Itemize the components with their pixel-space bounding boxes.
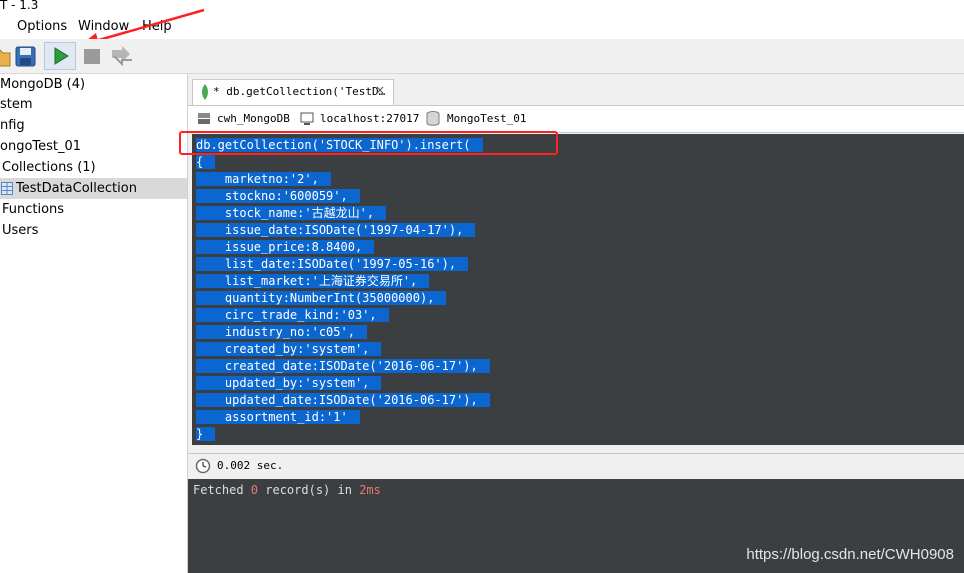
tree-item-collections[interactable]: Collections (1) — [2, 157, 96, 178]
run-button[interactable] — [44, 42, 76, 70]
watermark: https://blog.csdn.net/CWH0908 — [746, 546, 954, 563]
tree-item-server[interactable]: MongoDB (4) — [0, 74, 85, 95]
result-message: Fetched 0 record(s) in 2ms — [193, 483, 381, 497]
status-bar: 0.002 sec. — [188, 453, 964, 479]
code-line-14: created_date:ISODate('2016-06-17'), — [196, 358, 490, 375]
tree-item-functions[interactable]: Functions — [2, 199, 64, 220]
code-line-13: created_by:'system', — [196, 341, 382, 358]
database-icon — [426, 111, 440, 126]
code-line-6: issue_date:ISODate('1997-04-17'), — [196, 222, 476, 239]
tree-item-system[interactable]: stem — [0, 94, 33, 115]
tab-query[interactable]: * db.getCollection('TestD… × — [192, 79, 394, 105]
connection-database: MongoTest_01 — [447, 112, 527, 125]
connection-user: cwh_MongoDB — [217, 112, 290, 125]
toolbar — [0, 39, 964, 74]
tree-item-database[interactable]: ongoTest_01 — [0, 136, 81, 157]
mongodb-leaf-icon — [202, 84, 208, 100]
save-icon[interactable] — [14, 42, 42, 70]
query-editor[interactable]: db.getCollection('STOCK_INFO').insert( {… — [192, 134, 964, 445]
server-icon — [198, 113, 210, 124]
code-line-16: updated_date:ISODate('2016-06-17'), — [196, 392, 490, 409]
tree-item-label: TestDataCollection — [16, 181, 137, 196]
connection-host: localhost:27017 — [320, 112, 420, 125]
code-line-11: circ_trade_kind:'03', — [196, 307, 389, 324]
code-line-10: quantity:NumberInt(35000000), — [196, 290, 447, 307]
code-line-4: stockno:'600059', — [196, 188, 360, 205]
tab-label: * db.getCollection('TestD… — [213, 85, 386, 98]
code-line-2: { — [196, 154, 216, 171]
window-title: T - 1.3 — [0, 0, 39, 12]
connection-info-bar: cwh_MongoDB localhost:27017 MongoTest_01 — [188, 105, 964, 133]
annotation-box — [179, 131, 558, 155]
code-line-18: } — [196, 426, 216, 443]
run-icon — [54, 47, 69, 65]
computer-icon — [300, 112, 314, 125]
connection-tree: MongoDB (4) stem nfig ongoTest_01 Collec… — [0, 74, 188, 573]
code-line-5: stock_name:'古越龙山', — [196, 205, 387, 222]
code-line-8: list_date:ISODate('1997-05-16'), — [196, 256, 469, 273]
tree-item-config[interactable]: nfig — [0, 115, 25, 136]
stop-icon[interactable] — [80, 42, 108, 70]
format-icon[interactable] — [108, 42, 136, 70]
code-line-3: marketno:'2', — [196, 171, 331, 188]
close-icon[interactable]: × — [375, 83, 385, 97]
code-line-17: assortment_id:'1' — [196, 409, 360, 426]
table-icon — [1, 182, 13, 195]
execution-time: 0.002 sec. — [217, 459, 284, 472]
tree-item-users[interactable]: Users — [2, 220, 38, 241]
tree-item-testdatacollection[interactable]: TestDataCollection — [0, 178, 187, 199]
code-line-12: industry_no:'c05', — [196, 324, 367, 341]
clock-icon — [195, 458, 211, 474]
code-line-15: updated_by:'system', — [196, 375, 382, 392]
code-line-7: issue_price:8.8400, — [196, 239, 375, 256]
results-panel: Fetched 0 record(s) in 2ms https://blog.… — [188, 479, 964, 573]
menu-options[interactable]: Options — [17, 19, 67, 34]
code-line-9: list_market:'上海证券交易所', — [196, 273, 430, 290]
